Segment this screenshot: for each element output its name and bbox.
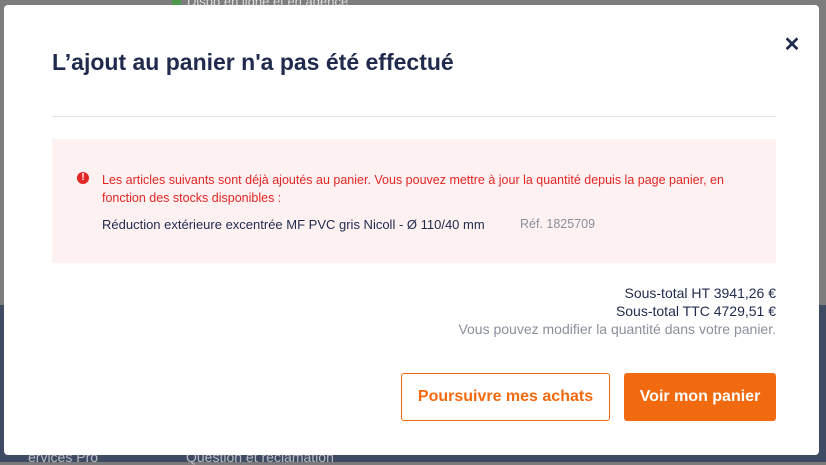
close-icon[interactable]: ✕ [781, 34, 803, 56]
continue-shopping-button[interactable]: Poursuivre mes achats [401, 373, 610, 421]
exclamation-circle-icon: ! [77, 172, 89, 184]
alert-message: Les articles suivants sont déjà ajoutés … [102, 173, 724, 205]
quantity-hint: Vous pouvez modifier la quantité dans vo… [458, 321, 776, 337]
product-ref: Réf. 1825709 [520, 217, 596, 231]
view-cart-button[interactable]: Voir mon panier [624, 373, 776, 421]
subtotal-ttc: Sous-total TTC 4729,51 € [615, 303, 776, 319]
product-name: Réduction extérieure excentrée MF PVC gr… [102, 217, 485, 232]
error-alert: ! Les articles suivants sont déjà ajouté… [52, 139, 776, 263]
add-to-cart-error-modal: ✕ L’ajout au panier n'a pas été effectué… [4, 5, 819, 455]
modal-title: L’ajout au panier n'a pas été effectué [52, 49, 454, 75]
subtotal-ht: Sous-total HT 3941,26 € [624, 285, 776, 301]
divider [52, 116, 776, 117]
totals-block: Sous-total HT 3941,26 € Sous-total TTC 4… [458, 284, 776, 338]
